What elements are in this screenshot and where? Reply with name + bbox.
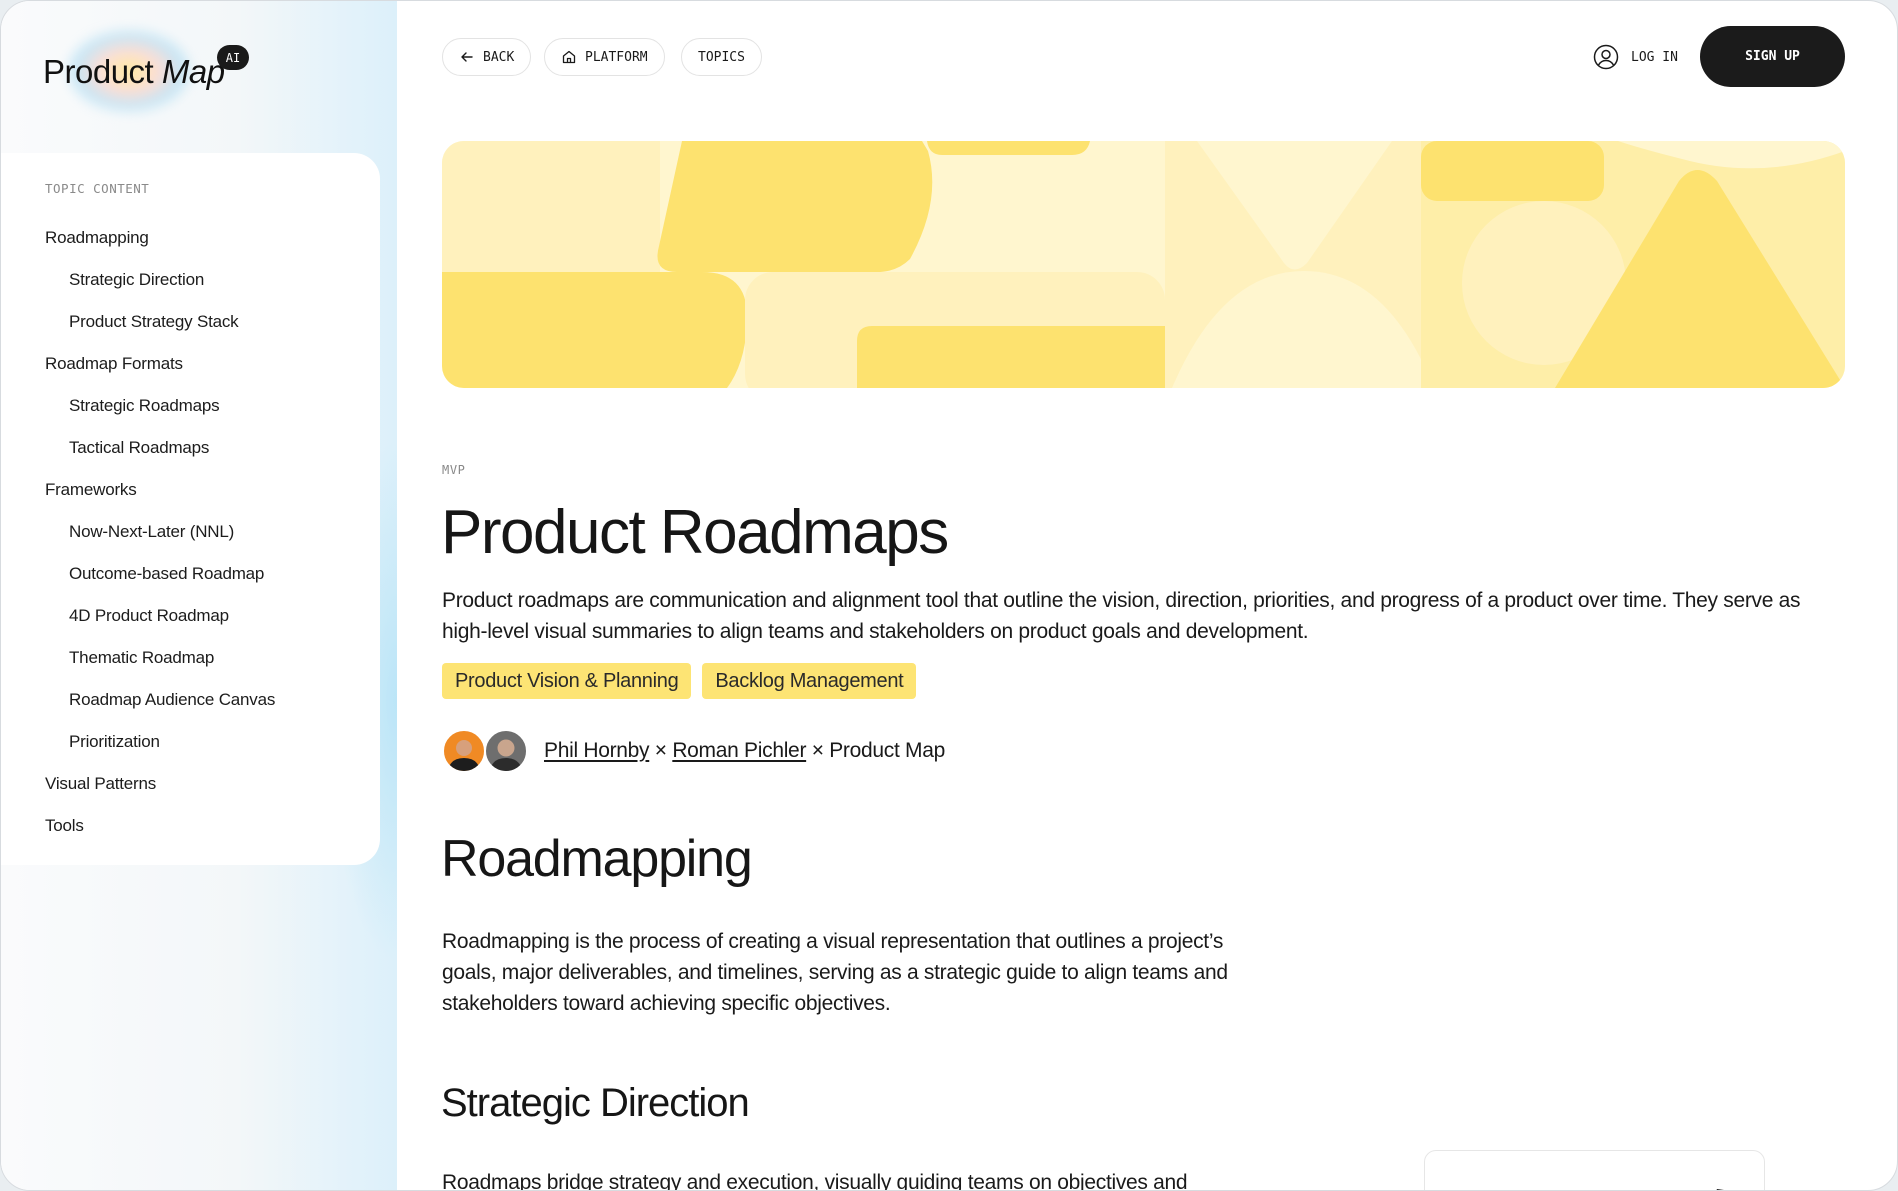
user-circle-icon [1593, 44, 1619, 70]
section-body-roadmapping: Roadmapping is the process of creating a… [442, 930, 1228, 1015]
illustration-sketch [1716, 1189, 1724, 1190]
ai-badge: AI [217, 45, 249, 70]
author-line: Phil Hornby × Roman Pichler × Product Ma… [442, 728, 945, 774]
home-icon [562, 50, 576, 64]
avatar-roman-pichler[interactable] [484, 729, 528, 773]
avatar-phil-hornby[interactable] [442, 729, 486, 773]
toc-item-frameworks[interactable]: Frameworks [1, 475, 380, 517]
toc-item-strategic-direction[interactable]: Strategic Direction [1, 265, 380, 307]
topics-label: TOPICS [698, 49, 745, 65]
person-icon [490, 739, 522, 771]
hero-shapes [442, 141, 1845, 388]
toc-item-outcome-based-roadmap[interactable]: Outcome-based Roadmap [1, 559, 380, 601]
toc-item-thematic-roadmap[interactable]: Thematic Roadmap [1, 643, 380, 685]
topic-category-label: MVP [442, 463, 466, 477]
platform-button[interactable]: PLATFORM [544, 38, 665, 76]
byline-separator: × [654, 739, 667, 762]
page-title: Product Roadmaps [441, 498, 949, 567]
byline: Phil Hornby × Roman Pichler × Product Ma… [544, 739, 945, 763]
logo-text-italic: Map [161, 53, 225, 90]
sidebar: Product Map AI TOPIC CONTENT Roadmapping… [1, 1, 397, 1190]
page-intro: Product roadmaps are communication and a… [442, 589, 1801, 643]
sign-up-button[interactable]: SIGN UP [1700, 26, 1845, 87]
toc-item-tools[interactable]: Tools [1, 811, 380, 853]
tag-list: Product Vision & Planning Backlog Manage… [442, 663, 917, 699]
tag-product-vision[interactable]: Product Vision & Planning [442, 663, 692, 699]
logo-text-regular: Product [43, 53, 154, 90]
illustration-card [1424, 1150, 1765, 1190]
section-heading-strategic-direction: Strategic Direction [441, 1081, 750, 1125]
author-link-phil-hornby[interactable]: Phil Hornby [544, 739, 650, 762]
toc-item-product-strategy-stack[interactable]: Product Strategy Stack [1, 307, 380, 349]
product-map-logo[interactable]: Product Map [43, 53, 225, 91]
topics-button[interactable]: TOPICS [681, 38, 762, 76]
toc-item-roadmap-audience-canvas[interactable]: Roadmap Audience Canvas [1, 685, 380, 727]
toc-item-roadmapping[interactable]: Roadmapping [1, 223, 380, 265]
log-in-label: LOG IN [1631, 49, 1678, 65]
toc-item-4d-product-roadmap[interactable]: 4D Product Roadmap [1, 601, 380, 643]
back-button[interactable]: BACK [442, 38, 532, 76]
byline-separator: × [811, 739, 824, 762]
back-label: BACK [483, 49, 515, 65]
section-body-strategic-direction: Roadmaps bridge strategy and execution, … [442, 1171, 1188, 1191]
hero-banner [442, 141, 1845, 388]
person-icon [448, 740, 480, 771]
section-heading-roadmapping: Roadmapping [441, 830, 753, 888]
arrow-left-icon [461, 52, 473, 62]
publisher-name: Product Map [829, 739, 945, 762]
topic-content-list: Roadmapping Strategic Direction Product St… [1, 223, 380, 853]
author-link-roman-pichler[interactable]: Roman Pichler [672, 739, 806, 762]
log-in-button[interactable]: LOG IN [1593, 43, 1678, 71]
app-window: Product Map AI TOPIC CONTENT Roadmapping… [0, 0, 1898, 1191]
toc-item-prioritization[interactable]: Prioritization [1, 727, 380, 769]
toc-item-tactical-roadmaps[interactable]: Tactical Roadmaps [1, 433, 380, 475]
toc-item-now-next-later-nnl[interactable]: Now-Next-Later (NNL) [1, 517, 380, 559]
toc-item-visual-patterns[interactable]: Visual Patterns [1, 769, 380, 811]
topic-content-heading: TOPIC CONTENT [45, 181, 150, 196]
platform-label: PLATFORM [585, 49, 648, 65]
toc-item-strategic-roadmaps[interactable]: Strategic Roadmaps [1, 391, 380, 433]
toc-item-roadmap-formats[interactable]: Roadmap Formats [1, 349, 380, 391]
tag-backlog-management[interactable]: Backlog Management [702, 663, 917, 699]
